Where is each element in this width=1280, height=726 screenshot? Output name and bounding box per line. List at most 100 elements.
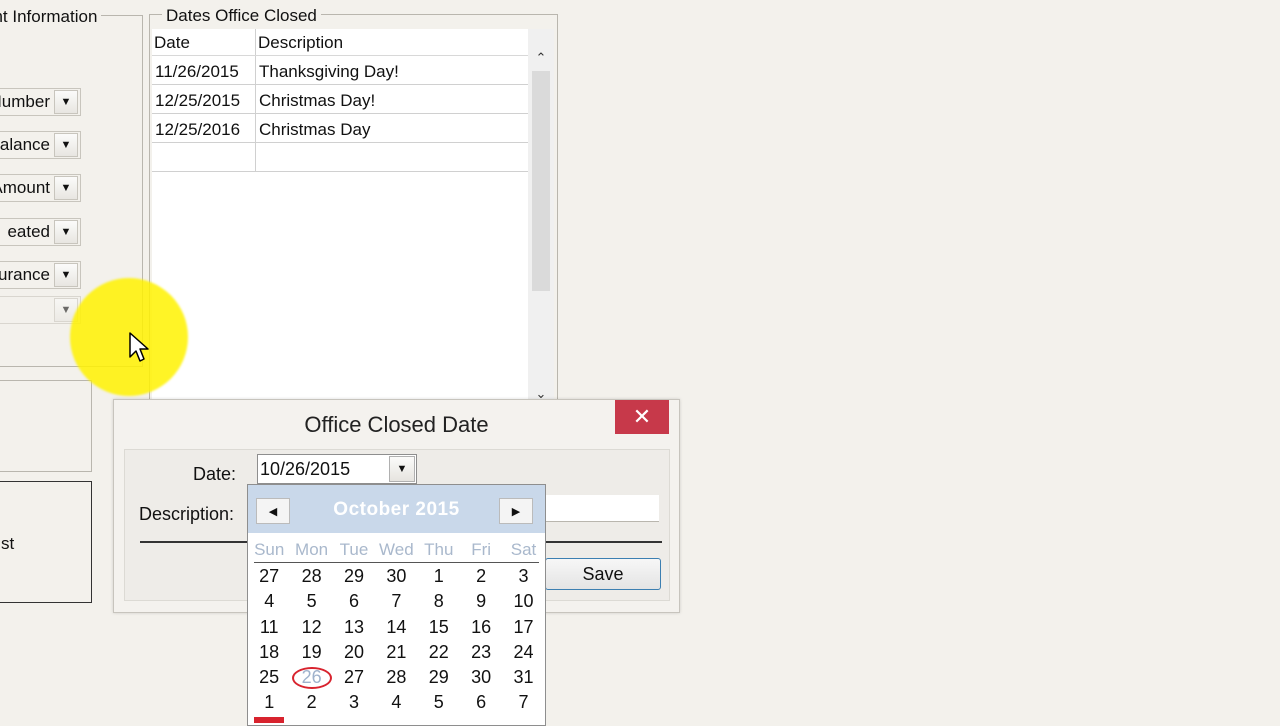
calendar-day[interactable]: 23 [460, 639, 502, 664]
calendar-day[interactable]: 19 [290, 639, 332, 664]
weekday-label: Sat [510, 540, 537, 559]
cell-description [256, 143, 528, 171]
calendar-day[interactable]: 1 [418, 563, 460, 588]
calendar-day[interactable]: 21 [375, 639, 417, 664]
calendar-day[interactable]: 7 [502, 689, 544, 714]
dates-office-closed-legend: Dates Office Closed [162, 6, 321, 26]
today-marker [254, 717, 284, 723]
calendar-day[interactable]: 16 [460, 614, 502, 639]
calendar-days-grid: 27 28 29 30 1 2 3 4 5 6 7 8 9 10 11 12 13 14 15 16 17 18 19 20 2… [248, 563, 545, 715]
calendar-day[interactable]: 9 [460, 588, 502, 613]
scroll-up-icon[interactable]: ⌃ [532, 49, 550, 67]
calendar-day[interactable]: 30 [460, 664, 502, 689]
dropdown-arrow-icon[interactable]: ▼ [54, 263, 78, 287]
calendar-day[interactable]: 4 [375, 689, 417, 714]
calendar-day[interactable]: 28 [375, 664, 417, 689]
combo-created[interactable]: eated ▼ [0, 218, 81, 246]
description-label: Description: [139, 504, 235, 524]
column-header-description[interactable]: Description [256, 29, 528, 55]
dropdown-arrow-icon[interactable]: ▼ [54, 133, 78, 157]
left-list-box-text: st [1, 534, 15, 553]
calendar-day[interactable]: 1 [248, 689, 290, 714]
calendar-day[interactable]: 6 [460, 689, 502, 714]
calendar-day[interactable]: 20 [333, 639, 375, 664]
close-icon[interactable]: ✕ [615, 400, 669, 434]
next-month-icon[interactable]: ▶ [499, 498, 533, 524]
calendar-day[interactable]: 27 [248, 563, 290, 588]
calendar-day[interactable]: 5 [418, 689, 460, 714]
calendar-day[interactable]: 28 [290, 563, 332, 588]
combo-insurance[interactable]: surance ▼ [0, 261, 81, 289]
calendar-day[interactable]: 13 [333, 614, 375, 639]
date-value[interactable]: 10/26/2015 [258, 459, 389, 480]
calendar-day[interactable]: 2 [290, 689, 332, 714]
calendar-day[interactable]: 17 [502, 614, 544, 639]
cell-description: Christmas Day [259, 120, 371, 139]
calendar-day[interactable]: 3 [333, 689, 375, 714]
dropdown-arrow-icon[interactable]: ▼ [389, 456, 415, 482]
dropdown-arrow-icon[interactable]: ▼ [54, 220, 78, 244]
weekday-label: Fri [471, 540, 492, 559]
calendar-week: 1234567 [248, 689, 545, 714]
calendar-day[interactable]: 30 [375, 563, 417, 588]
calendar-day[interactable]: 27 [333, 664, 375, 689]
description-input[interactable] [545, 495, 659, 522]
calendar-day[interactable]: 18 [248, 639, 290, 664]
save-button[interactable]: Save [545, 558, 661, 590]
calendar-day[interactable]: 31 [502, 664, 544, 689]
table-row[interactable]: 12/25/2016 Christmas Day [152, 114, 528, 143]
calendar-day[interactable]: 22 [418, 639, 460, 664]
cell-date: 12/25/2016 [152, 114, 256, 142]
cell-date [152, 143, 256, 171]
calendar-day[interactable]: 25 [248, 664, 290, 689]
calendar-day[interactable]: 4 [248, 588, 290, 613]
date-picker[interactable]: 10/26/2015 ▼ [257, 454, 417, 484]
combo-balance-text: p Balance [0, 135, 50, 154]
calendar-day[interactable]: 3 [502, 563, 544, 588]
combo-created-text: eated [7, 222, 50, 241]
combo-balance[interactable]: p Balance ▼ [0, 131, 81, 159]
cell-description: Christmas Day! [259, 91, 376, 110]
date-label: Date: [193, 464, 237, 484]
vertical-scrollbar[interactable]: ⌃ ⌄ [528, 29, 554, 401]
table-row-new[interactable] [152, 143, 528, 172]
combo-blank[interactable]: ▼ [0, 296, 81, 324]
calendar-day[interactable]: 12 [290, 614, 332, 639]
dates-grid[interactable]: Date Description 11/26/2015 Thanksgiving… [152, 29, 528, 399]
column-header-date[interactable]: Date [152, 29, 256, 55]
calendar-day[interactable]: 5 [290, 588, 332, 613]
calendar-day[interactable]: 29 [418, 664, 460, 689]
combo-amount[interactable]: Amount ▼ [0, 174, 81, 202]
calendar-day[interactable]: 8 [418, 588, 460, 613]
dropdown-arrow-icon[interactable]: ▼ [54, 90, 78, 114]
calendar-day[interactable]: 10 [502, 588, 544, 613]
calendar-day[interactable]: 14 [375, 614, 417, 639]
table-row[interactable]: 12/25/2015 Christmas Day! [152, 85, 528, 114]
calendar-day[interactable]: 26 [290, 664, 333, 690]
grid-header: Date Description [152, 29, 528, 56]
mouse-pointer-icon [129, 332, 149, 362]
calendar-day[interactable]: 15 [418, 614, 460, 639]
calendar-week: 4 5 6 7 8 9 10 [248, 588, 545, 613]
table-row[interactable]: 11/26/2015 Thanksgiving Day! [152, 56, 528, 85]
left-list-box[interactable]: st [0, 481, 92, 603]
calendar-dropdown[interactable]: ◀ October 2015 ▶ Sun Mon Tue Wed Thu Fri… [247, 484, 546, 726]
dialog-title: Office Closed Date [304, 412, 489, 437]
weekday-label: Mon [295, 540, 329, 559]
combo-number-text: Number [0, 92, 50, 111]
calendar-day[interactable]: 7 [375, 588, 417, 613]
calendar-day[interactable]: 29 [333, 563, 375, 588]
account-information-legend: ent Information [0, 7, 102, 27]
scrollbar-thumb[interactable] [532, 71, 550, 291]
calendar-week: 25 26 27 28 29 30 31 [248, 664, 545, 690]
calendar-week: 27 28 29 30 1 2 3 [248, 563, 545, 588]
dropdown-arrow-icon[interactable]: ▼ [54, 176, 78, 200]
dates-office-closed-group: Dates Office Closed Date Description 11/… [149, 6, 558, 401]
calendar-day[interactable]: 2 [460, 563, 502, 588]
combo-amount-text: Amount [0, 178, 50, 197]
cell-description: Thanksgiving Day! [259, 62, 399, 81]
calendar-day[interactable]: 11 [248, 614, 290, 639]
calendar-day[interactable]: 24 [502, 639, 544, 664]
calendar-day[interactable]: 6 [333, 588, 375, 613]
combo-number[interactable]: Number ▼ [0, 88, 81, 116]
